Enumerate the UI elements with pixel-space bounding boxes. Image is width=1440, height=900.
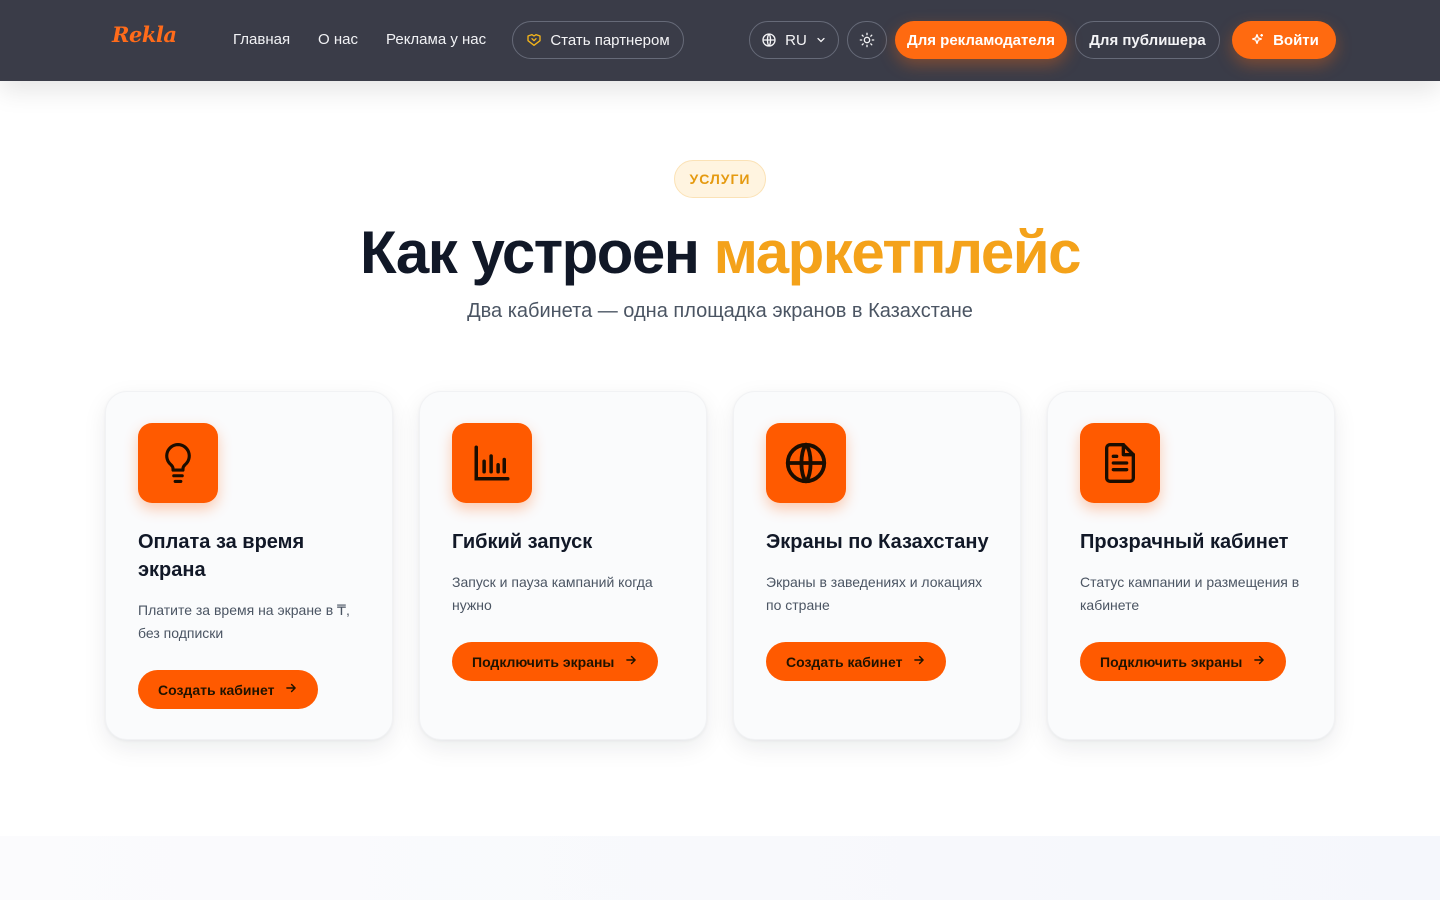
service-card: Гибкий запуск Запуск и пауза кампаний ко… xyxy=(419,391,707,740)
connect-screens-button[interactable]: Подключить экраны xyxy=(452,642,659,681)
document-icon xyxy=(1080,423,1160,503)
arrow-right-icon xyxy=(624,653,638,670)
create-cabinet-button[interactable]: Создать кабинет xyxy=(766,642,947,681)
nav-link-about[interactable]: О нас xyxy=(318,31,358,48)
login-label: Войти xyxy=(1273,31,1319,49)
globe-icon xyxy=(766,423,846,503)
sun-icon xyxy=(859,32,875,48)
title-accent: маркетплейс xyxy=(713,219,1082,286)
card-text: Запуск и пауза кампаний когда нужно xyxy=(452,574,653,613)
lightbulb-icon xyxy=(138,423,218,503)
section-subtitle: Два кабинета — одна площадка экранов в К… xyxy=(467,300,973,322)
section-title: Как устроен маркетплейс xyxy=(0,218,1440,287)
next-section-background xyxy=(0,836,1440,900)
card-button-label: Подключить экраны xyxy=(472,653,615,670)
become-partner-button[interactable]: Стать партнером xyxy=(512,21,684,59)
card-title: Прозрачный кабинет xyxy=(1080,531,1289,553)
card-button-label: Создать кабинет xyxy=(158,681,275,698)
card-title: Гибкий запуск xyxy=(452,531,593,553)
logo[interactable]: Rekla xyxy=(112,22,177,47)
chevron-down-icon xyxy=(815,34,827,46)
top-navbar: Rekla Главная О нас Реклама у нас Стать … xyxy=(0,0,1440,81)
for-advertiser-button[interactable]: Для рекламодателя xyxy=(895,21,1067,59)
service-card: Прозрачный кабинет Статус кампании и раз… xyxy=(1047,391,1335,740)
theme-toggle-button[interactable] xyxy=(847,21,887,59)
card-button-label: Подключить экраны xyxy=(1100,653,1243,670)
login-button[interactable]: Войти xyxy=(1232,21,1336,59)
card-text: Статус кампании и размещения в кабинете xyxy=(1080,574,1300,613)
bar-chart-icon xyxy=(452,423,532,503)
card-title: Оплата за время экрана xyxy=(138,531,305,581)
card-button-label: Создать кабинет xyxy=(786,653,903,670)
sparkles-icon xyxy=(1249,32,1265,48)
arrow-right-icon xyxy=(1252,653,1266,670)
card-text: Платите за время на экране в ₸, без подп… xyxy=(138,602,350,641)
service-card: Экраны по Казахстану Экраны в заведениях… xyxy=(733,391,1021,740)
connect-screens-button[interactable]: Подключить экраны xyxy=(1080,642,1287,681)
become-partner-label: Стать партнером xyxy=(550,31,670,49)
card-title: Экраны по Казахстану xyxy=(766,531,989,553)
arrow-right-icon xyxy=(284,681,298,698)
nav-link-home[interactable]: Главная xyxy=(233,31,290,48)
arrow-right-icon xyxy=(912,653,926,670)
language-select[interactable]: RU xyxy=(749,21,839,59)
handshake-icon xyxy=(526,32,542,48)
service-card: Оплата за время экрана Платите за время … xyxy=(105,391,393,740)
for-publisher-button[interactable]: Для публишера xyxy=(1075,21,1220,59)
globe-icon xyxy=(761,32,777,48)
section-badge: УСЛУГИ xyxy=(674,160,766,198)
create-cabinet-button[interactable]: Создать кабинет xyxy=(138,670,319,709)
language-label: RU xyxy=(785,31,807,49)
title-main: Как устроен xyxy=(360,219,714,286)
nav-link-advertise[interactable]: Реклама у нас xyxy=(386,31,486,48)
card-text: Экраны в заведениях и локациях по стране xyxy=(766,574,983,613)
